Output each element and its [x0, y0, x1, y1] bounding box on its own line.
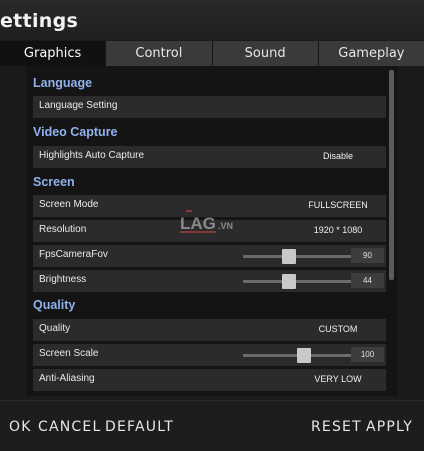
scrollbar[interactable] [389, 70, 394, 280]
watermark-text-b: .VN [218, 221, 233, 231]
section-language: Language [33, 76, 93, 90]
fps-camera-fov-value[interactable]: 90 [351, 248, 384, 263]
row-label: Brightness [39, 274, 87, 285]
row-screen-scale[interactable]: Screen Scale 100 [33, 344, 386, 366]
cancel-button[interactable]: CANCEL [38, 419, 101, 435]
row-label: Screen Scale [39, 348, 99, 359]
row-label: Language Setting [39, 100, 118, 111]
highlights-auto-capture-value[interactable]: Disable [283, 151, 393, 161]
ok-button[interactable]: OK [9, 419, 32, 435]
screen-mode-value[interactable]: FULLSCREEN [283, 200, 393, 210]
tab-sound[interactable]: Sound [211, 41, 318, 66]
tab-bar: Graphics Control Sound Gameplay [0, 41, 424, 66]
row-label: Resolution [39, 224, 87, 235]
slider-thumb[interactable] [282, 249, 297, 264]
row-label: Quality [39, 323, 71, 334]
row-highlights-auto-capture[interactable]: Highlights Auto Capture Disable [33, 146, 386, 168]
reset-button[interactable]: RESET [311, 419, 362, 435]
tab-gameplay[interactable]: Gameplay [317, 41, 424, 66]
row-quality[interactable]: Quality CUSTOM [33, 319, 386, 341]
title-bar: ettings [0, 0, 424, 40]
tab-graphics[interactable]: Graphics [0, 41, 106, 66]
row-label: Screen Mode [39, 199, 99, 210]
row-label: FpsCameraFov [39, 249, 108, 260]
resolution-value[interactable]: 1920 * 1080 [283, 225, 393, 235]
brightness-value[interactable]: 44 [351, 273, 384, 288]
row-label: Anti-Aliasing [39, 373, 95, 384]
section-screen: Screen [33, 175, 75, 189]
quality-value[interactable]: CUSTOM [283, 324, 393, 334]
row-language-setting[interactable]: Language Setting [33, 96, 386, 118]
screen-scale-value[interactable]: 100 [351, 347, 384, 362]
slider-thumb[interactable] [282, 274, 297, 289]
row-fps-camera-fov[interactable]: FpsCameraFov 90 [33, 245, 386, 267]
window-title: ettings [0, 10, 79, 32]
row-label: Highlights Auto Capture [39, 150, 145, 161]
row-anti-aliasing[interactable]: Anti-Aliasing VERY LOW [33, 369, 386, 391]
lag-vn-watermark: LAG .VN [180, 210, 233, 233]
section-quality: Quality [33, 298, 76, 312]
slider-thumb[interactable] [297, 348, 312, 363]
tab-control[interactable]: Control [105, 41, 212, 66]
watermark-text-a: LAG [180, 214, 216, 233]
apply-button[interactable]: APPLY [366, 419, 424, 435]
bottom-action-bar: OK CANCEL DEFAULT RESET APPLY [0, 400, 424, 451]
row-brightness[interactable]: Brightness 44 [33, 270, 386, 292]
anti-aliasing-value[interactable]: VERY LOW [283, 374, 393, 384]
default-button[interactable]: DEFAULT [105, 419, 174, 435]
section-video-capture: Video Capture [33, 125, 118, 139]
